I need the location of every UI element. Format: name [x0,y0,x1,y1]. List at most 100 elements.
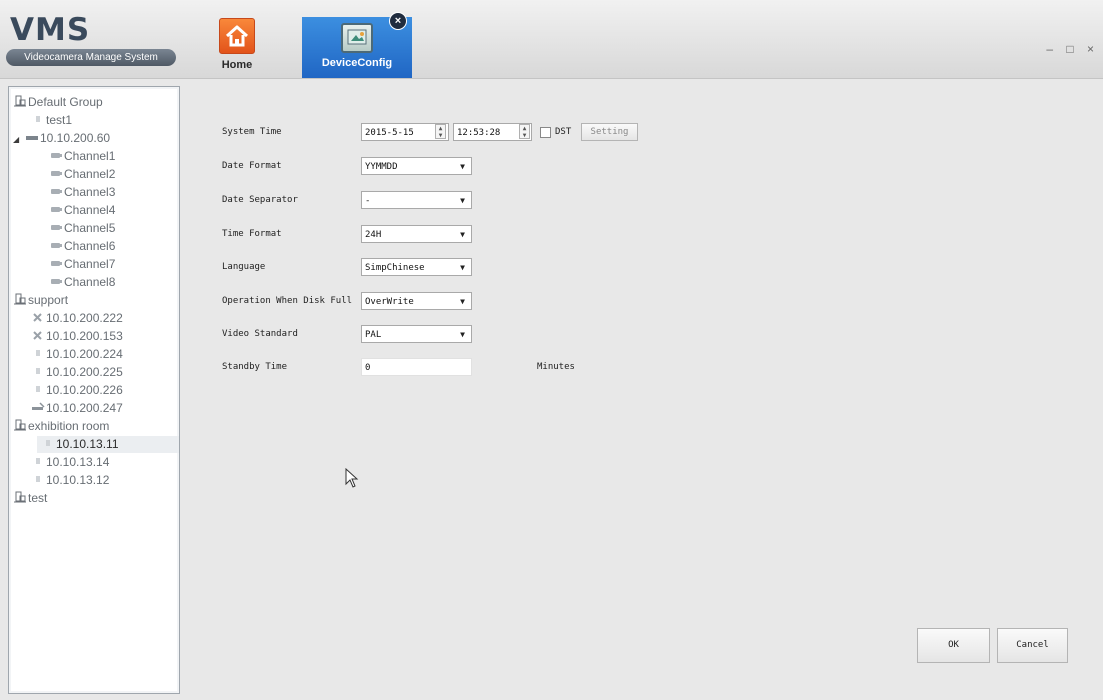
device-config-icon [341,23,373,53]
tree-item[interactable]: 10.10.200.153 [9,328,123,345]
tree-item-label: 10.10.200.225 [46,365,123,379]
group-icon [13,491,27,504]
language-label: Language [222,262,266,272]
tree-item-label: 10.10.200.224 [46,347,123,361]
date-separator-value: - [365,196,371,206]
device-offline-icon [31,311,45,324]
tree-item-label: 10.10.200.226 [46,383,123,397]
standby-unit-label: Minutes [537,362,575,372]
tree-item[interactable]: Channel3 [9,184,115,201]
date-format-label: Date Format [222,161,282,171]
tab-device-config-label: DeviceConfig [321,57,393,69]
window-controls[interactable]: – □ × [1046,42,1099,56]
tree-item-label: 10.10.200.222 [46,311,123,325]
group-icon [13,95,27,108]
tree-item-label: support [28,293,69,307]
disk-full-select[interactable]: OverWrite ▼ [361,292,472,310]
date-separator-select[interactable]: - ▼ [361,191,472,209]
tab-home[interactable]: Home [214,18,260,76]
tree-item[interactable]: test [9,490,47,507]
video-standard-select[interactable]: PAL ▼ [361,325,472,343]
device-icon [31,473,45,486]
device-icon [31,383,45,396]
tree-item-label: Channel3 [64,185,116,199]
camera-icon [49,185,63,198]
device-icon [31,347,45,360]
disk-full-value: OverWrite [365,297,414,307]
tree-item[interactable]: 10.10.200.222 [9,310,123,327]
date-spinner[interactable]: ▲ ▼ [435,124,446,139]
tree-item[interactable]: Channel1 [9,148,115,165]
tree-item-label: exhibition room [28,419,110,433]
device-icon [31,113,45,126]
tree-item-label: Channel4 [64,203,116,217]
cancel-button[interactable]: Cancel [997,628,1068,663]
expand-arrow-icon[interactable]: ◢ [13,131,25,148]
tree-item-label: 10.10.13.12 [46,473,110,487]
chevron-down-icon: ▼ [460,162,465,171]
tree-item-label: Channel7 [64,257,116,271]
app-title: VMS [10,12,91,48]
tree-item[interactable]: exhibition room [9,418,109,435]
date-format-select[interactable]: YYMMDD ▼ [361,157,472,175]
tree-item[interactable]: Channel5 [9,220,115,237]
video-standard-label: Video Standard [222,329,298,339]
tree-item[interactable]: 10.10.200.226 [9,382,123,399]
disk-full-label: Operation When Disk Full [222,296,353,306]
time-format-value: 24H [365,230,382,240]
home-icon [219,18,255,54]
chevron-down-icon: ▼ [460,297,465,306]
time-format-select[interactable]: 24H ▼ [361,225,472,243]
camera-icon [49,203,63,216]
tree-item-label: 10.10.200.60 [40,131,111,145]
tree-item[interactable]: 10.10.200.247 [9,400,123,417]
tree-item-label: Channel1 [64,149,116,163]
device-offline-icon [31,329,45,342]
standby-time-input[interactable]: 0 [361,358,472,376]
tree-item-label: 10.10.200.247 [46,401,123,415]
dst-label: DST [555,127,572,137]
tree-item-label: 10.10.13.11 [56,437,119,451]
tab-device-config[interactable]: DeviceConfig × [302,12,412,78]
tree-item[interactable]: support [9,292,68,309]
tree-item[interactable]: Channel6 [9,238,115,255]
camera-icon [49,167,63,180]
group-icon [13,293,27,306]
tree-item[interactable]: 10.10.13.12 [9,472,109,489]
tree-item[interactable]: test1 [9,112,72,129]
language-value: SimpChinese [365,263,425,273]
tree-item-label: Channel8 [64,275,116,289]
ok-button[interactable]: OK [917,628,990,663]
tree-item[interactable]: Channel7 [9,256,115,273]
dvr-offline-icon [31,401,45,414]
tree-item[interactable]: ◢ 10.10.200.60 [9,130,110,147]
tree-item-label: test [28,491,48,505]
camera-icon [49,221,63,234]
setting-button[interactable]: Setting [581,123,638,141]
tree-item[interactable]: Channel2 [9,166,115,183]
mouse-cursor-icon [345,468,359,488]
date-format-value: YYMMDD [365,162,398,172]
time-spinner[interactable]: ▲ ▼ [519,124,530,139]
camera-icon [49,239,63,252]
tree-item[interactable]: Channel4 [9,202,115,219]
tree-item[interactable]: 10.10.13.11 [37,436,179,453]
device-icon [31,365,45,378]
tree-item-label: 10.10.200.153 [46,329,123,343]
chevron-down-icon: ▼ [460,263,465,272]
tree-item[interactable]: Channel8 [9,274,115,291]
tree-item[interactable]: 10.10.13.14 [9,454,109,471]
tab-close-icon[interactable]: × [389,12,407,30]
tree-item[interactable]: 10.10.200.225 [9,364,123,381]
tree-item[interactable]: Default Group [9,94,103,111]
dst-checkbox[interactable] [540,127,551,138]
tree-item-label: Default Group [28,95,103,109]
time-format-label: Time Format [222,229,282,239]
system-time-label: System Time [222,127,282,137]
language-select[interactable]: SimpChinese ▼ [361,258,472,276]
dvr-icon [25,131,39,144]
tree-item[interactable]: 10.10.200.224 [9,346,123,363]
tree-item-label: test1 [46,113,73,127]
tree-item-label: Channel5 [64,221,116,235]
standby-time-label: Standby Time [222,362,288,372]
